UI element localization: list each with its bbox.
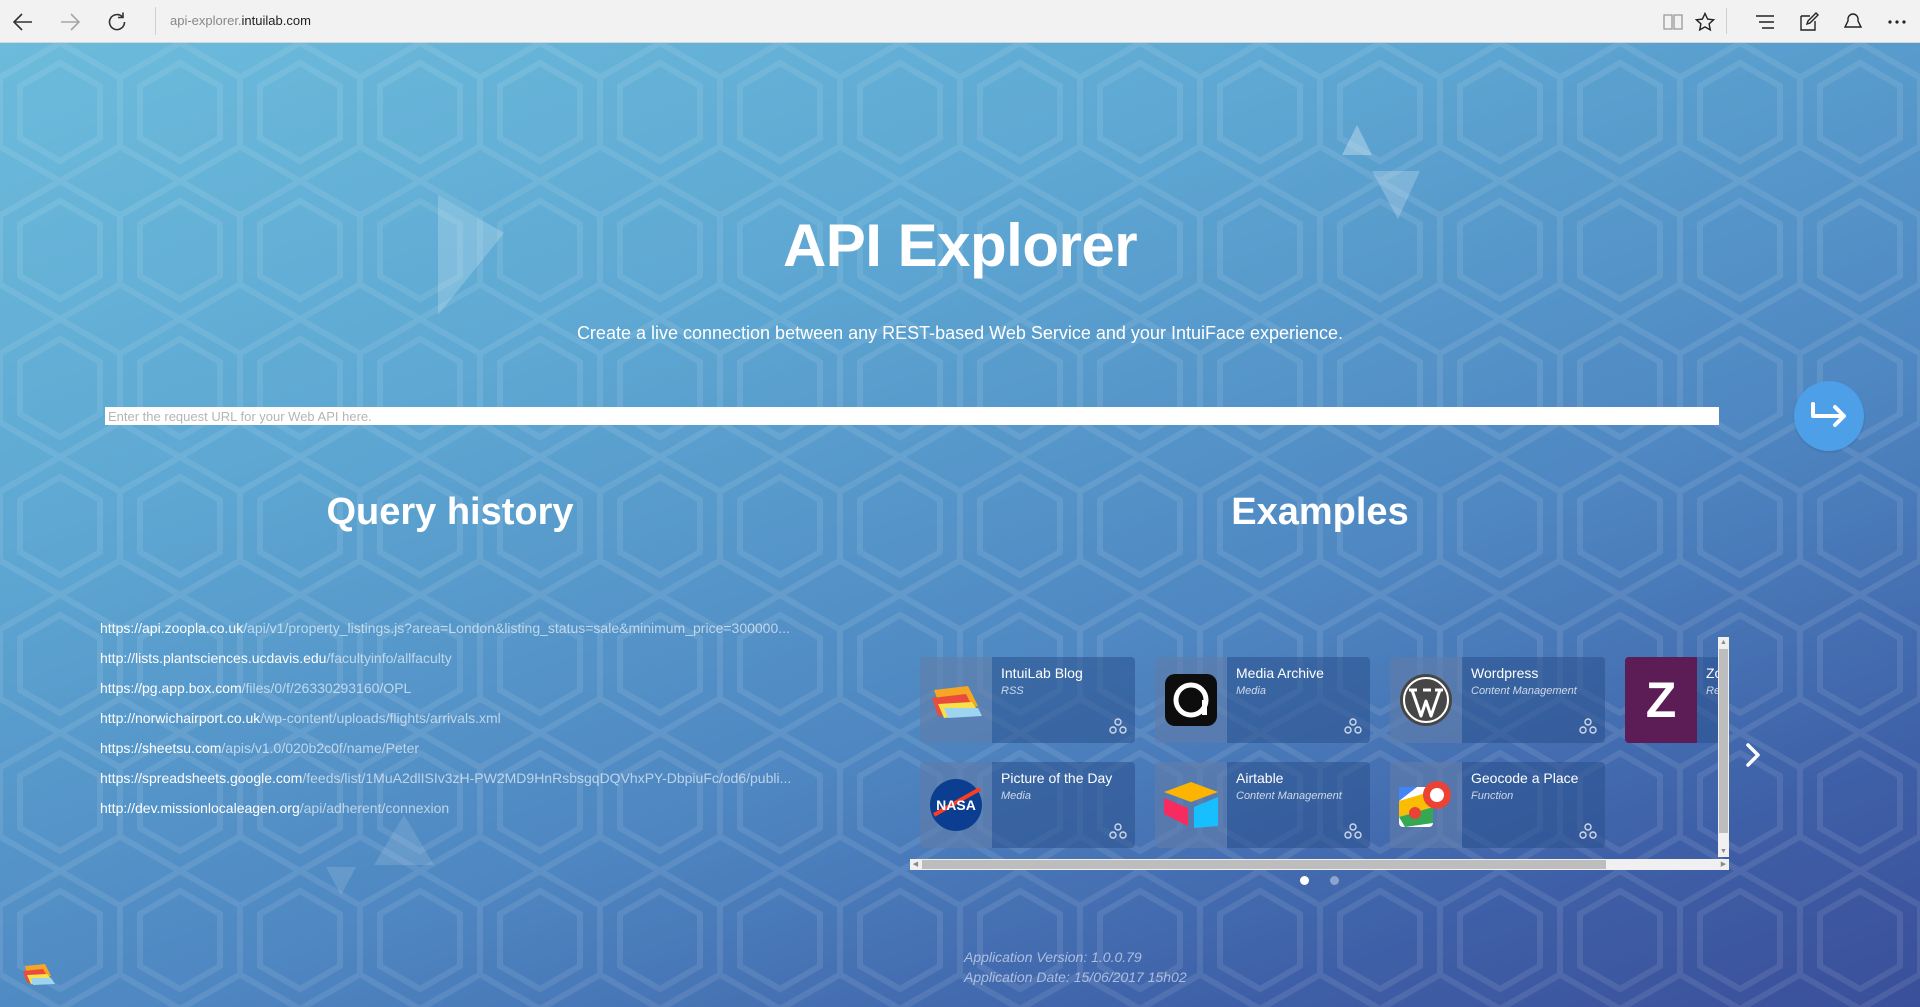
back-arrow-icon[interactable] bbox=[8, 7, 38, 37]
query-history-list: https://api.zoopla.co.uk/api/v1/property… bbox=[100, 613, 810, 823]
connector-badge-icon bbox=[1579, 823, 1597, 839]
chevron-right-icon[interactable] bbox=[1741, 740, 1765, 770]
examples-vertical-scrollbar[interactable]: ▲ ▼ bbox=[1718, 637, 1729, 857]
intuilab-logo-icon bbox=[920, 657, 992, 743]
web-note-icon[interactable] bbox=[1794, 7, 1824, 37]
example-card-intuilab-blog[interactable]: IntuiLab Blog RSS bbox=[920, 657, 1135, 743]
svg-text:NASA: NASA bbox=[936, 797, 976, 813]
google-maps-logo-icon bbox=[1390, 762, 1462, 848]
scroll-right-icon[interactable]: ▶ bbox=[1718, 859, 1729, 870]
example-card-zo[interactable]: Z Zo Re bbox=[1625, 657, 1718, 743]
page-dot-1[interactable] bbox=[1300, 876, 1309, 885]
decorative-triangle bbox=[1342, 125, 1372, 155]
example-card-airtable[interactable]: Airtable Content Management bbox=[1155, 762, 1370, 848]
hub-icon[interactable] bbox=[1750, 7, 1780, 37]
examples-horizontal-scrollbar[interactable]: ◀ ▶ bbox=[910, 859, 1729, 870]
request-url-input[interactable] bbox=[105, 407, 1719, 425]
examples-carousel: IntuiLab Blog RSS Media Archive Media Wo… bbox=[910, 637, 1729, 872]
app-date: Application Date: 15/06/2017 15h02 bbox=[964, 969, 1187, 985]
forward-arrow-icon[interactable] bbox=[55, 7, 85, 37]
example-card-media-archive[interactable]: Media Archive Media bbox=[1155, 657, 1370, 743]
history-item[interactable]: http://dev.missionlocaleagen.org/api/adh… bbox=[100, 793, 810, 823]
history-item[interactable]: https://sheetsu.com/apis/v1.0/020b2c0f/n… bbox=[100, 733, 810, 763]
vertical-scroll-thumb[interactable] bbox=[1719, 649, 1728, 833]
example-card-wordpress[interactable]: Wordpress Content Management bbox=[1390, 657, 1605, 743]
wordpress-logo-icon bbox=[1390, 657, 1462, 743]
page-title: API Explorer bbox=[782, 212, 1138, 279]
app-version-info: Application Version: 1.0.0.79 Applicatio… bbox=[964, 947, 1187, 987]
connector-badge-icon bbox=[1344, 823, 1362, 839]
intuilab-logo-icon bbox=[23, 964, 55, 985]
page-dot-2[interactable] bbox=[1330, 876, 1339, 885]
horizontal-scroll-thumb[interactable] bbox=[922, 860, 1606, 869]
return-arrow-icon bbox=[1811, 402, 1846, 427]
url-prefix: api-explorer. bbox=[170, 13, 242, 28]
connector-badge-icon bbox=[1344, 718, 1362, 734]
address-bar[interactable]: api-explorer.intuilab.com bbox=[155, 7, 755, 35]
history-item[interactable]: https://api.zoopla.co.uk/api/v1/property… bbox=[100, 613, 810, 643]
airtable-logo-icon bbox=[1155, 762, 1227, 848]
url-domain: intuilab.com bbox=[241, 13, 311, 28]
send-request-button[interactable] bbox=[1794, 381, 1864, 451]
connector-badge-icon bbox=[1109, 718, 1127, 734]
history-item[interactable]: https://spreadsheets.google.com/feeds/li… bbox=[100, 763, 810, 793]
page-subtitle: Create a live connection between any RES… bbox=[576, 323, 1344, 343]
app-version: Application Version: 1.0.0.79 bbox=[964, 949, 1142, 965]
refresh-icon[interactable] bbox=[102, 7, 132, 37]
connector-badge-icon bbox=[1579, 718, 1597, 734]
favorite-star-icon[interactable] bbox=[1690, 7, 1720, 37]
share-icon[interactable] bbox=[1838, 7, 1868, 37]
media-archive-logo-icon bbox=[1155, 657, 1227, 743]
nasa-logo-icon: NASA bbox=[920, 762, 992, 848]
reading-view-icon[interactable] bbox=[1658, 7, 1688, 37]
scroll-down-icon[interactable]: ▼ bbox=[1718, 846, 1729, 857]
scroll-up-icon[interactable]: ▲ bbox=[1718, 637, 1729, 648]
browser-toolbar: api-explorer.intuilab.com bbox=[0, 0, 1920, 43]
history-item[interactable]: https://pg.app.box.com/files/0/f/2633029… bbox=[100, 673, 810, 703]
more-icon[interactable] bbox=[1882, 7, 1912, 37]
history-item[interactable]: http://norwichairport.co.uk/wp-content/u… bbox=[100, 703, 810, 733]
example-card-geocode-a-place[interactable]: Geocode a Place Function bbox=[1390, 762, 1605, 848]
connector-badge-icon bbox=[1109, 823, 1127, 839]
history-item[interactable]: http://lists.plantsciences.ucdavis.edu/f… bbox=[100, 643, 810, 673]
query-history-title: Query history bbox=[326, 491, 574, 533]
examples-title: Examples bbox=[1231, 491, 1409, 533]
examples-grid: IntuiLab Blog RSS Media Archive Media Wo… bbox=[910, 637, 1718, 857]
scroll-left-icon[interactable]: ◀ bbox=[910, 859, 921, 870]
decorative-triangle bbox=[326, 867, 356, 895]
api-explorer-page: API Explorer Create a live connection be… bbox=[0, 43, 1920, 1007]
example-card-picture-of-the-day[interactable]: NASA Picture of the Day Media bbox=[920, 762, 1135, 848]
z-logo-icon: Z bbox=[1625, 657, 1697, 743]
